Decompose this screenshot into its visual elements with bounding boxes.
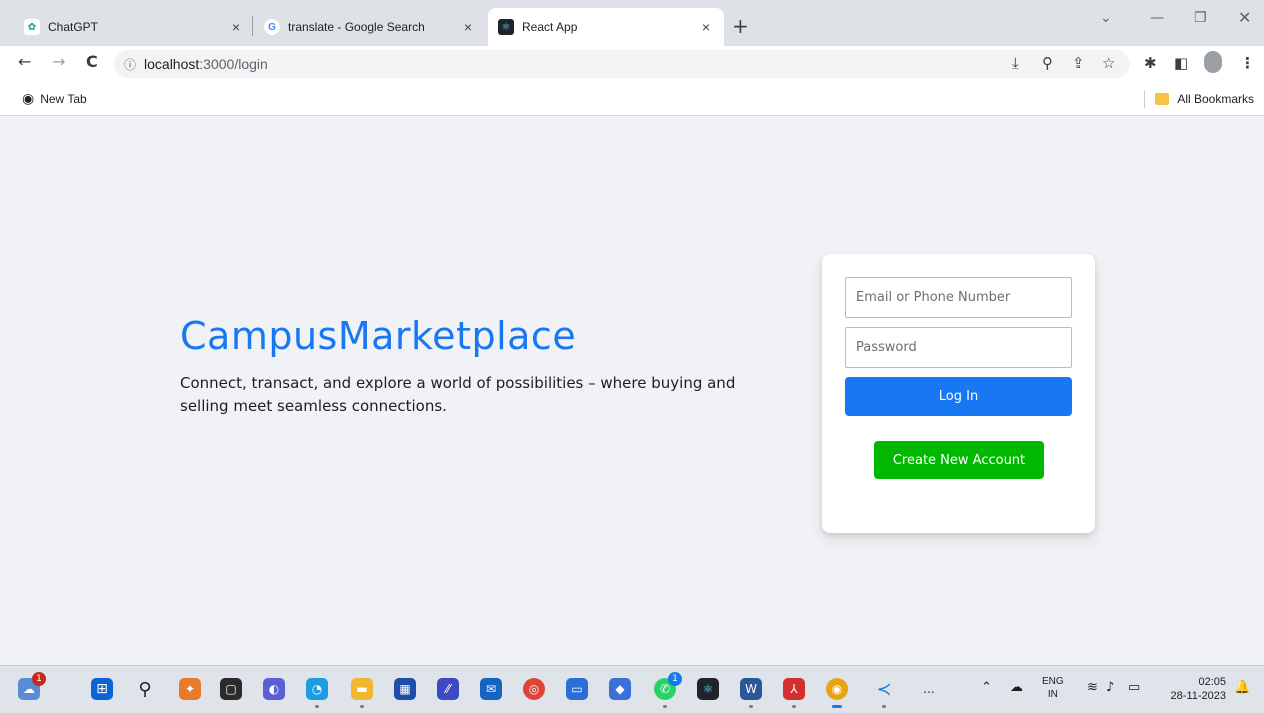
remote-desktop-icon[interactable]: ▭ bbox=[566, 678, 588, 700]
vscode-icon[interactable]: ≺ bbox=[873, 678, 895, 708]
tab-search-icon[interactable]: ⌄ bbox=[1100, 10, 1112, 26]
create-account-button[interactable]: Create New Account bbox=[874, 441, 1044, 479]
brand-tagline: Connect, transact, and explore a world o… bbox=[180, 374, 736, 415]
notification-badge: 1 bbox=[32, 672, 46, 686]
url-path: :3000/login bbox=[199, 56, 268, 72]
bookmark-separator bbox=[1144, 90, 1146, 108]
word-icon[interactable]: W bbox=[740, 678, 762, 708]
window-close-icon[interactable]: ✕ bbox=[1238, 8, 1251, 27]
brand-title: CampusMarketplace bbox=[180, 314, 577, 358]
running-indicator bbox=[882, 705, 886, 708]
notification-bell-icon[interactable]: 🔔 bbox=[1234, 680, 1250, 695]
chevron-up-icon[interactable]: ⌃ bbox=[981, 680, 992, 695]
copilot-icon[interactable]: ✦ bbox=[179, 678, 201, 700]
running-indicator bbox=[663, 705, 667, 708]
forward-icon[interactable]: → bbox=[52, 52, 65, 71]
restore-icon[interactable]: ❐ bbox=[1194, 10, 1207, 26]
bookmark-label: All Bookmarks bbox=[1177, 92, 1254, 106]
reload-icon[interactable]: C bbox=[86, 52, 98, 71]
running-indicator bbox=[315, 705, 319, 708]
minimize-icon[interactable]: — bbox=[1150, 10, 1164, 26]
zoom-icon[interactable]: ⚲ bbox=[1042, 54, 1053, 72]
profile-avatar[interactable] bbox=[1204, 51, 1222, 73]
running-indicator bbox=[360, 705, 364, 708]
app-icon[interactable]: ◆ bbox=[609, 678, 631, 700]
volume-icon[interactable]: ♪ bbox=[1106, 680, 1114, 695]
more-apps-icon[interactable]: ... bbox=[918, 678, 940, 700]
tab-title: React App bbox=[522, 20, 578, 34]
login-card: Log In Create New Account bbox=[822, 254, 1095, 533]
active-indicator bbox=[832, 705, 842, 708]
side-panel-icon[interactable]: ◧ bbox=[1174, 54, 1188, 72]
weather-widget-icon[interactable]: ☁ 1 bbox=[18, 672, 46, 700]
notification-badge: 1 bbox=[668, 672, 682, 686]
windows-taskbar: ☁ 1 ⊞ ⚲ ✦ ▢ ◐ ◔ ▬ ▦ ⁄⁄ ✉ ◎ ▭ ◆ ✆ 1 ⚛ W ⅄… bbox=[0, 665, 1264, 713]
bookmark-new-tab[interactable]: ◉ New Tab bbox=[22, 90, 87, 107]
react-icon: ⚛ bbox=[498, 19, 514, 35]
language-indicator[interactable]: ENG IN bbox=[1042, 675, 1064, 701]
password-input[interactable] bbox=[845, 327, 1072, 368]
new-tab-button[interactable]: + bbox=[732, 14, 749, 38]
share-icon[interactable]: ⇪ bbox=[1072, 54, 1085, 72]
login-button[interactable]: Log In bbox=[845, 377, 1072, 416]
menu-kebab-icon[interactable]: ⋮ bbox=[1240, 54, 1255, 72]
whatsapp-icon[interactable]: ✆ 1 bbox=[654, 672, 682, 708]
chrome-profile-icon[interactable]: ◉ bbox=[826, 678, 848, 708]
close-icon[interactable]: × bbox=[228, 19, 244, 35]
search-icon[interactable]: ⚲ bbox=[134, 678, 156, 700]
tab-title: ChatGPT bbox=[48, 20, 99, 34]
file-explorer-icon[interactable]: ▬ bbox=[351, 678, 373, 708]
extensions-icon[interactable]: ✱ bbox=[1144, 54, 1157, 72]
system-clock[interactable]: 02:05 28-11-2023 bbox=[1171, 675, 1226, 703]
back-icon[interactable]: ← bbox=[18, 52, 31, 71]
chrome-icon[interactable]: ◎ bbox=[523, 678, 545, 700]
powerautomate-icon[interactable]: ⁄⁄ bbox=[437, 678, 459, 700]
task-view-icon[interactable]: ▢ bbox=[220, 678, 242, 700]
site-info-icon[interactable]: ⓘ bbox=[124, 56, 136, 73]
region-code: IN bbox=[1047, 689, 1058, 700]
close-icon[interactable]: × bbox=[698, 19, 714, 35]
tab-title: translate - Google Search bbox=[288, 20, 425, 34]
login-page: CampusMarketplace Connect, transact, and… bbox=[0, 116, 1264, 665]
bookmarks-bar: ◉ New Tab All Bookmarks bbox=[0, 82, 1264, 116]
install-app-icon[interactable]: ⤓ bbox=[1012, 54, 1019, 72]
url-host: localhost bbox=[144, 56, 200, 72]
tab-strip: ✿ ChatGPT × G translate - Google Search … bbox=[0, 0, 1264, 46]
globe-icon: ◉ bbox=[22, 90, 35, 106]
tab-google-search[interactable]: G translate - Google Search × bbox=[254, 8, 486, 46]
onedrive-icon[interactable]: ☁ bbox=[1010, 680, 1023, 695]
windows-start-icon[interactable]: ⊞ bbox=[91, 678, 113, 700]
running-indicator bbox=[749, 705, 753, 708]
address-bar[interactable]: ⓘ localhost:3000/login bbox=[114, 50, 1130, 78]
tab-separator bbox=[252, 16, 253, 36]
chatgpt-icon: ✿ bbox=[24, 19, 40, 35]
folder-icon bbox=[1155, 93, 1170, 105]
edge-icon[interactable]: ◔ bbox=[306, 678, 328, 708]
bookmark-star-icon[interactable]: ☆ bbox=[1102, 54, 1115, 72]
acrobat-icon[interactable]: ⅄ bbox=[783, 678, 805, 708]
browser-toolbar: ← → C ⓘ localhost:3000/login ⤓ ⚲ ⇪ ☆ ✱ ◧… bbox=[0, 46, 1264, 82]
bookmark-label: New Tab bbox=[40, 91, 87, 106]
close-icon[interactable]: × bbox=[460, 19, 476, 35]
tab-chatgpt[interactable]: ✿ ChatGPT × bbox=[14, 8, 254, 46]
react-devtools-icon[interactable]: ⚛ bbox=[697, 678, 719, 700]
mail-icon[interactable]: ✉ bbox=[480, 678, 502, 700]
battery-icon[interactable]: ▭ bbox=[1128, 680, 1140, 695]
wifi-icon[interactable]: ≋ bbox=[1087, 680, 1098, 695]
language-code: ENG bbox=[1042, 676, 1064, 687]
store-icon[interactable]: ▦ bbox=[394, 678, 416, 700]
chat-icon[interactable]: ◐ bbox=[263, 678, 285, 700]
clock-date: 28-11-2023 bbox=[1170, 690, 1226, 702]
tab-react-app[interactable]: ⚛ React App × bbox=[488, 8, 724, 46]
running-indicator bbox=[792, 705, 796, 708]
all-bookmarks[interactable]: All Bookmarks bbox=[1144, 90, 1254, 108]
email-input[interactable] bbox=[845, 277, 1072, 318]
google-icon: G bbox=[264, 19, 280, 35]
clock-time: 02:05 bbox=[1198, 676, 1226, 688]
